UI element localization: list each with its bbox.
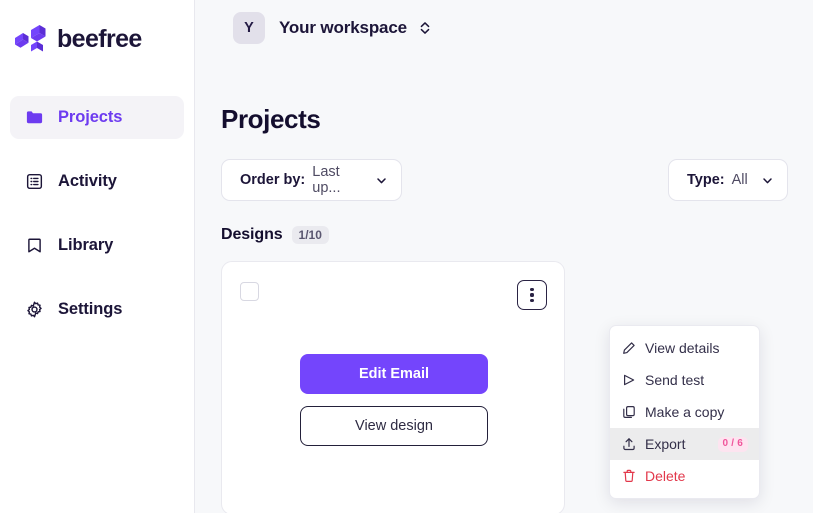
kebab-menu-icon <box>530 287 534 303</box>
designs-count-badge: 1/10 <box>291 226 329 244</box>
send-icon <box>624 374 635 386</box>
bookmark-icon <box>28 238 41 253</box>
sidebar-item-label: Settings <box>58 300 123 318</box>
trash-icon <box>623 469 635 483</box>
workspace-avatar: Y <box>233 12 265 44</box>
sidebar-item-label: Projects <box>58 108 123 126</box>
sidebar: beefree Projects Activity Library Settin… <box>0 0 195 513</box>
export-quota-badge: 0 / 6 <box>717 436 748 452</box>
sidebar-nav: Projects Activity Library Settings <box>0 62 194 331</box>
type-filter-value: All <box>731 172 748 188</box>
upload-icon <box>623 438 635 451</box>
pencil-icon <box>623 342 635 354</box>
type-filter-label: Type: <box>687 172 725 188</box>
sidebar-item-settings[interactable]: Settings <box>10 288 184 331</box>
menu-item-make-a-copy[interactable]: Make a copy <box>610 396 759 428</box>
topbar: Y Your workspace <box>195 0 813 56</box>
sidebar-item-library[interactable]: Library <box>10 224 184 267</box>
beefree-logo-icon <box>15 25 46 52</box>
design-card[interactable]: Edit Email View design <box>221 261 565 513</box>
order-by-label: Order by: <box>240 172 306 188</box>
menu-item-view-details[interactable]: View details <box>610 332 759 364</box>
card-context-menu: View details Send test Make a copy Expor… <box>609 325 760 499</box>
edit-email-button[interactable]: Edit Email <box>300 354 488 394</box>
brand-logo[interactable]: beefree <box>0 0 194 62</box>
sidebar-item-activity[interactable]: Activity <box>10 160 184 203</box>
design-card-checkbox[interactable] <box>240 282 259 301</box>
order-by-dropdown[interactable]: Order by: Last up... <box>221 159 402 201</box>
menu-item-label: Delete <box>645 468 686 484</box>
brand-name: beefree <box>57 24 142 53</box>
designs-label: Designs <box>221 226 283 243</box>
chevron-up-down-icon[interactable] <box>418 20 432 36</box>
sidebar-item-label: Library <box>58 236 114 254</box>
order-by-value: Last up... <box>312 164 341 196</box>
view-design-button[interactable]: View design <box>300 406 488 446</box>
menu-item-export[interactable]: Export 0 / 6 <box>610 428 759 460</box>
menu-item-label: Send test <box>645 372 705 388</box>
designs-header: Designs 1/10 <box>221 226 813 244</box>
app-root: beefree Projects Activity Library Settin… <box>0 0 813 513</box>
copy-icon <box>623 406 635 418</box>
chevron-down-icon <box>377 177 386 183</box>
workspace-name: Your workspace <box>279 18 407 37</box>
menu-item-send-test[interactable]: Send test <box>610 364 759 396</box>
sidebar-item-label: Activity <box>58 172 117 190</box>
list-icon <box>26 173 43 190</box>
menu-item-label: Make a copy <box>645 404 725 420</box>
chevron-down-icon <box>763 177 772 183</box>
menu-item-label: Export <box>645 436 686 452</box>
menu-item-delete[interactable]: Delete <box>610 460 759 492</box>
sidebar-item-projects[interactable]: Projects <box>10 96 184 139</box>
folder-icon <box>26 111 43 124</box>
type-filter-dropdown[interactable]: Type: All <box>668 159 788 201</box>
filter-bar: Order by: Last up... Type: All <box>221 159 813 201</box>
gear-icon <box>27 301 42 318</box>
page-title: Projects <box>221 104 321 134</box>
design-card-kebab-button[interactable] <box>517 280 547 310</box>
menu-item-label: View details <box>645 340 720 356</box>
main-area: Y Your workspace Projects Order by: Last… <box>195 0 813 513</box>
design-card-actions: Edit Email View design <box>300 354 488 446</box>
